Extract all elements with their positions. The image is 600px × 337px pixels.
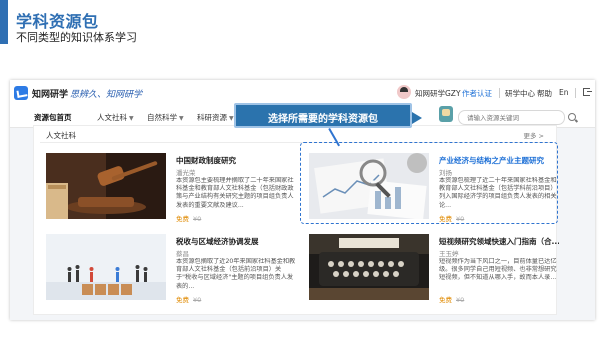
assistant-icon[interactable] — [439, 106, 453, 122]
study-center-link[interactable]: 研学中心 — [505, 88, 535, 99]
card-price: 免费 ¥0 — [439, 294, 464, 304]
callout-text: 选择所需要的学科资源包 — [268, 114, 378, 125]
card-price: 免费 ¥0 — [176, 213, 201, 223]
section-title: 人文社科 — [46, 131, 76, 140]
nav-label: 人文社科 — [97, 113, 127, 122]
nav-label: 资源包首页 — [34, 113, 72, 122]
author-cert-link[interactable]: 作者认证 — [462, 88, 492, 99]
card-author: 潘光荣 — [176, 169, 196, 177]
nav-item-science[interactable]: 自然科学 ▼ — [147, 112, 184, 123]
logout-icon[interactable] — [583, 88, 592, 96]
callout-tail — [412, 112, 422, 124]
free-label: 免费 — [439, 296, 452, 304]
card-author: 王玉婷 — [439, 250, 459, 258]
resource-card[interactable]: 税收与区域经济协调发展 蔡昌 本资源包摘取了近20年来国家社科基金和教育部人文社… — [46, 234, 296, 312]
slogan: 思辨久、知网研学 — [70, 90, 143, 100]
card-title[interactable]: 中国财政制度研究 — [176, 155, 296, 166]
language-link[interactable]: En — [559, 88, 569, 97]
slide-subtitle: 不同类型的知识体系学习 — [16, 31, 137, 44]
free-label: 免费 — [176, 215, 189, 223]
card-description: 短视频作为当下风口之一，目前体量已达亿级。很多同学自己用短视频、也非常想研究短视… — [439, 258, 557, 282]
original-price: ¥0 — [456, 296, 465, 304]
logo-icon[interactable] — [14, 86, 28, 100]
callout-banner: 选择所需要的学科资源包 — [234, 103, 412, 128]
resource-card[interactable]: 短视频研究领域快速入门指南（合... 王玉婷 短视频作为当下风口之一，目前体量已… — [309, 234, 559, 312]
free-label: 免费 — [176, 296, 189, 304]
original-price: ¥0 — [193, 296, 202, 304]
card-thumbnail[interactable] — [309, 234, 429, 300]
chevron-down-icon: ▼ — [229, 115, 234, 122]
card-author: 蔡昌 — [176, 250, 189, 258]
card-description: 本资源包摘取了近20年来国家社科基金和教育部人文社科基金（包括前沿项目）关于"税… — [176, 258, 296, 290]
slide-accent-bar — [0, 0, 8, 44]
card-title[interactable]: 税收与区域经济协调发展 — [176, 236, 296, 247]
card-description: 本资源包主要梳理并摘取了二十年来国家社科基金和教育部人文社科基金（包括财政政策与… — [176, 177, 294, 209]
team-image — [46, 234, 166, 300]
search-input[interactable] — [467, 112, 555, 123]
search-box[interactable] — [458, 110, 565, 125]
nav-item-humanities[interactable]: 人文社科 ▼ — [97, 112, 134, 123]
divider — [499, 88, 500, 98]
typewriter-image — [309, 234, 429, 300]
nav-label: 自然科学 — [147, 113, 177, 122]
gavel-image — [46, 153, 166, 219]
nav-item-research[interactable]: 科研资源 ▼ — [197, 112, 234, 123]
card-thumbnail[interactable] — [46, 234, 166, 300]
nav-item-home[interactable]: 资源包首页 — [34, 112, 72, 123]
chevron-down-icon: ▼ — [129, 115, 134, 122]
help-link[interactable]: 帮助 — [537, 88, 552, 99]
site-logo[interactable]: 知网研学 — [32, 87, 68, 100]
highlight-box — [300, 142, 558, 224]
card-title[interactable]: 短视频研究领域快速入门指南（合... — [439, 236, 559, 247]
card-price: 免费 ¥0 — [176, 294, 201, 304]
more-link[interactable]: 更多 > — [523, 130, 544, 140]
card-thumbnail[interactable] — [46, 153, 166, 219]
divider — [575, 88, 576, 98]
resource-card[interactable]: 中国财政制度研究 潘光荣 本资源包主要梳理并摘取了二十年来国家社科基金和教育部人… — [46, 153, 296, 231]
avatar[interactable] — [397, 85, 411, 99]
user-name[interactable]: 知网研学GZY — [415, 88, 461, 99]
search-icon[interactable] — [568, 113, 576, 121]
chevron-down-icon: ▼ — [179, 115, 184, 122]
nav-label: 科研资源 — [197, 113, 227, 122]
original-price: ¥0 — [193, 215, 202, 223]
